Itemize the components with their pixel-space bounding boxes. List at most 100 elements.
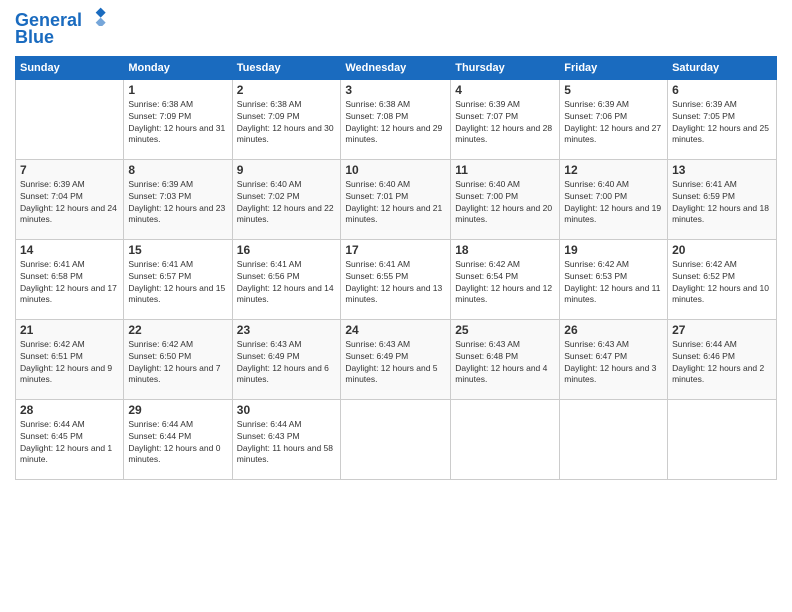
table-row: 14 Sunrise: 6:41 AMSunset: 6:58 PMDaylig… — [16, 239, 124, 319]
day-info: Sunrise: 6:39 AMSunset: 7:07 PMDaylight:… — [455, 99, 555, 147]
table-row: 1 Sunrise: 6:38 AMSunset: 7:09 PMDayligh… — [124, 79, 232, 159]
day-number: 4 — [455, 83, 555, 97]
table-row — [451, 399, 560, 479]
day-info: Sunrise: 6:42 AMSunset: 6:52 PMDaylight:… — [672, 259, 772, 307]
day-info: Sunrise: 6:42 AMSunset: 6:54 PMDaylight:… — [455, 259, 555, 307]
day-info: Sunrise: 6:39 AMSunset: 7:04 PMDaylight:… — [20, 179, 119, 227]
day-number: 15 — [128, 243, 227, 257]
table-row: 16 Sunrise: 6:41 AMSunset: 6:56 PMDaylig… — [232, 239, 341, 319]
day-info: Sunrise: 6:40 AMSunset: 7:00 PMDaylight:… — [564, 179, 663, 227]
day-number: 29 — [128, 403, 227, 417]
day-number: 17 — [345, 243, 446, 257]
day-number: 13 — [672, 163, 772, 177]
day-info: Sunrise: 6:41 AMSunset: 6:55 PMDaylight:… — [345, 259, 446, 307]
day-info: Sunrise: 6:39 AMSunset: 7:05 PMDaylight:… — [672, 99, 772, 147]
day-info: Sunrise: 6:38 AMSunset: 7:08 PMDaylight:… — [345, 99, 446, 147]
day-number: 21 — [20, 323, 119, 337]
day-info: Sunrise: 6:38 AMSunset: 7:09 PMDaylight:… — [237, 99, 337, 147]
day-info: Sunrise: 6:44 AMSunset: 6:44 PMDaylight:… — [128, 419, 227, 467]
day-number: 10 — [345, 163, 446, 177]
day-of-week-tuesday: Tuesday — [232, 56, 341, 79]
table-row: 24 Sunrise: 6:43 AMSunset: 6:49 PMDaylig… — [341, 319, 451, 399]
table-row: 26 Sunrise: 6:43 AMSunset: 6:47 PMDaylig… — [560, 319, 668, 399]
table-row: 11 Sunrise: 6:40 AMSunset: 7:00 PMDaylig… — [451, 159, 560, 239]
table-row: 15 Sunrise: 6:41 AMSunset: 6:57 PMDaylig… — [124, 239, 232, 319]
day-info: Sunrise: 6:43 AMSunset: 6:49 PMDaylight:… — [237, 339, 337, 387]
table-row: 28 Sunrise: 6:44 AMSunset: 6:45 PMDaylig… — [16, 399, 124, 479]
day-info: Sunrise: 6:42 AMSunset: 6:51 PMDaylight:… — [20, 339, 119, 387]
day-info: Sunrise: 6:41 AMSunset: 6:57 PMDaylight:… — [128, 259, 227, 307]
table-row: 29 Sunrise: 6:44 AMSunset: 6:44 PMDaylig… — [124, 399, 232, 479]
day-number: 27 — [672, 323, 772, 337]
day-number: 20 — [672, 243, 772, 257]
table-row: 2 Sunrise: 6:38 AMSunset: 7:09 PMDayligh… — [232, 79, 341, 159]
day-info: Sunrise: 6:40 AMSunset: 7:02 PMDaylight:… — [237, 179, 337, 227]
table-row: 9 Sunrise: 6:40 AMSunset: 7:02 PMDayligh… — [232, 159, 341, 239]
day-number: 11 — [455, 163, 555, 177]
day-number: 19 — [564, 243, 663, 257]
day-info: Sunrise: 6:40 AMSunset: 7:00 PMDaylight:… — [455, 179, 555, 227]
table-row — [668, 399, 777, 479]
day-number: 26 — [564, 323, 663, 337]
table-row: 5 Sunrise: 6:39 AMSunset: 7:06 PMDayligh… — [560, 79, 668, 159]
table-row: 7 Sunrise: 6:39 AMSunset: 7:04 PMDayligh… — [16, 159, 124, 239]
day-info: Sunrise: 6:44 AMSunset: 6:46 PMDaylight:… — [672, 339, 772, 387]
day-number: 6 — [672, 83, 772, 97]
day-number: 23 — [237, 323, 337, 337]
table-row: 12 Sunrise: 6:40 AMSunset: 7:00 PMDaylig… — [560, 159, 668, 239]
day-number: 22 — [128, 323, 227, 337]
table-row: 19 Sunrise: 6:42 AMSunset: 6:53 PMDaylig… — [560, 239, 668, 319]
day-of-week-monday: Monday — [124, 56, 232, 79]
day-info: Sunrise: 6:42 AMSunset: 6:53 PMDaylight:… — [564, 259, 663, 307]
table-row — [341, 399, 451, 479]
table-row: 8 Sunrise: 6:39 AMSunset: 7:03 PMDayligh… — [124, 159, 232, 239]
day-info: Sunrise: 6:41 AMSunset: 6:58 PMDaylight:… — [20, 259, 119, 307]
table-row: 6 Sunrise: 6:39 AMSunset: 7:05 PMDayligh… — [668, 79, 777, 159]
day-info: Sunrise: 6:43 AMSunset: 6:49 PMDaylight:… — [345, 339, 446, 387]
day-number: 8 — [128, 163, 227, 177]
day-number: 9 — [237, 163, 337, 177]
table-row — [560, 399, 668, 479]
day-number: 1 — [128, 83, 227, 97]
day-number: 16 — [237, 243, 337, 257]
day-of-week-wednesday: Wednesday — [341, 56, 451, 79]
day-info: Sunrise: 6:42 AMSunset: 6:50 PMDaylight:… — [128, 339, 227, 387]
table-row: 20 Sunrise: 6:42 AMSunset: 6:52 PMDaylig… — [668, 239, 777, 319]
day-info: Sunrise: 6:39 AMSunset: 7:03 PMDaylight:… — [128, 179, 227, 227]
header: General Blue — [15, 10, 777, 48]
table-row: 21 Sunrise: 6:42 AMSunset: 6:51 PMDaylig… — [16, 319, 124, 399]
logo: General Blue — [15, 10, 109, 48]
table-row: 27 Sunrise: 6:44 AMSunset: 6:46 PMDaylig… — [668, 319, 777, 399]
day-number: 3 — [345, 83, 446, 97]
day-number: 28 — [20, 403, 119, 417]
table-row: 10 Sunrise: 6:40 AMSunset: 7:01 PMDaylig… — [341, 159, 451, 239]
day-number: 24 — [345, 323, 446, 337]
table-row: 13 Sunrise: 6:41 AMSunset: 6:59 PMDaylig… — [668, 159, 777, 239]
day-number: 25 — [455, 323, 555, 337]
main-container: General Blue SundayMondayTuesdayWednesda… — [0, 0, 792, 490]
day-info: Sunrise: 6:43 AMSunset: 6:47 PMDaylight:… — [564, 339, 663, 387]
calendar-table: SundayMondayTuesdayWednesdayThursdayFrid… — [15, 56, 777, 480]
day-of-week-thursday: Thursday — [451, 56, 560, 79]
day-of-week-friday: Friday — [560, 56, 668, 79]
table-row: 22 Sunrise: 6:42 AMSunset: 6:50 PMDaylig… — [124, 319, 232, 399]
day-info: Sunrise: 6:38 AMSunset: 7:09 PMDaylight:… — [128, 99, 227, 147]
table-row: 17 Sunrise: 6:41 AMSunset: 6:55 PMDaylig… — [341, 239, 451, 319]
day-info: Sunrise: 6:41 AMSunset: 6:56 PMDaylight:… — [237, 259, 337, 307]
table-row: 23 Sunrise: 6:43 AMSunset: 6:49 PMDaylig… — [232, 319, 341, 399]
day-number: 30 — [237, 403, 337, 417]
table-row — [16, 79, 124, 159]
day-info: Sunrise: 6:44 AMSunset: 6:45 PMDaylight:… — [20, 419, 119, 467]
table-row: 30 Sunrise: 6:44 AMSunset: 6:43 PMDaylig… — [232, 399, 341, 479]
day-info: Sunrise: 6:43 AMSunset: 6:48 PMDaylight:… — [455, 339, 555, 387]
day-number: 5 — [564, 83, 663, 97]
table-row: 18 Sunrise: 6:42 AMSunset: 6:54 PMDaylig… — [451, 239, 560, 319]
day-info: Sunrise: 6:39 AMSunset: 7:06 PMDaylight:… — [564, 99, 663, 147]
day-info: Sunrise: 6:40 AMSunset: 7:01 PMDaylight:… — [345, 179, 446, 227]
day-number: 2 — [237, 83, 337, 97]
table-row: 4 Sunrise: 6:39 AMSunset: 7:07 PMDayligh… — [451, 79, 560, 159]
day-number: 12 — [564, 163, 663, 177]
table-row: 25 Sunrise: 6:43 AMSunset: 6:48 PMDaylig… — [451, 319, 560, 399]
day-of-week-sunday: Sunday — [16, 56, 124, 79]
day-info: Sunrise: 6:44 AMSunset: 6:43 PMDaylight:… — [237, 419, 337, 467]
